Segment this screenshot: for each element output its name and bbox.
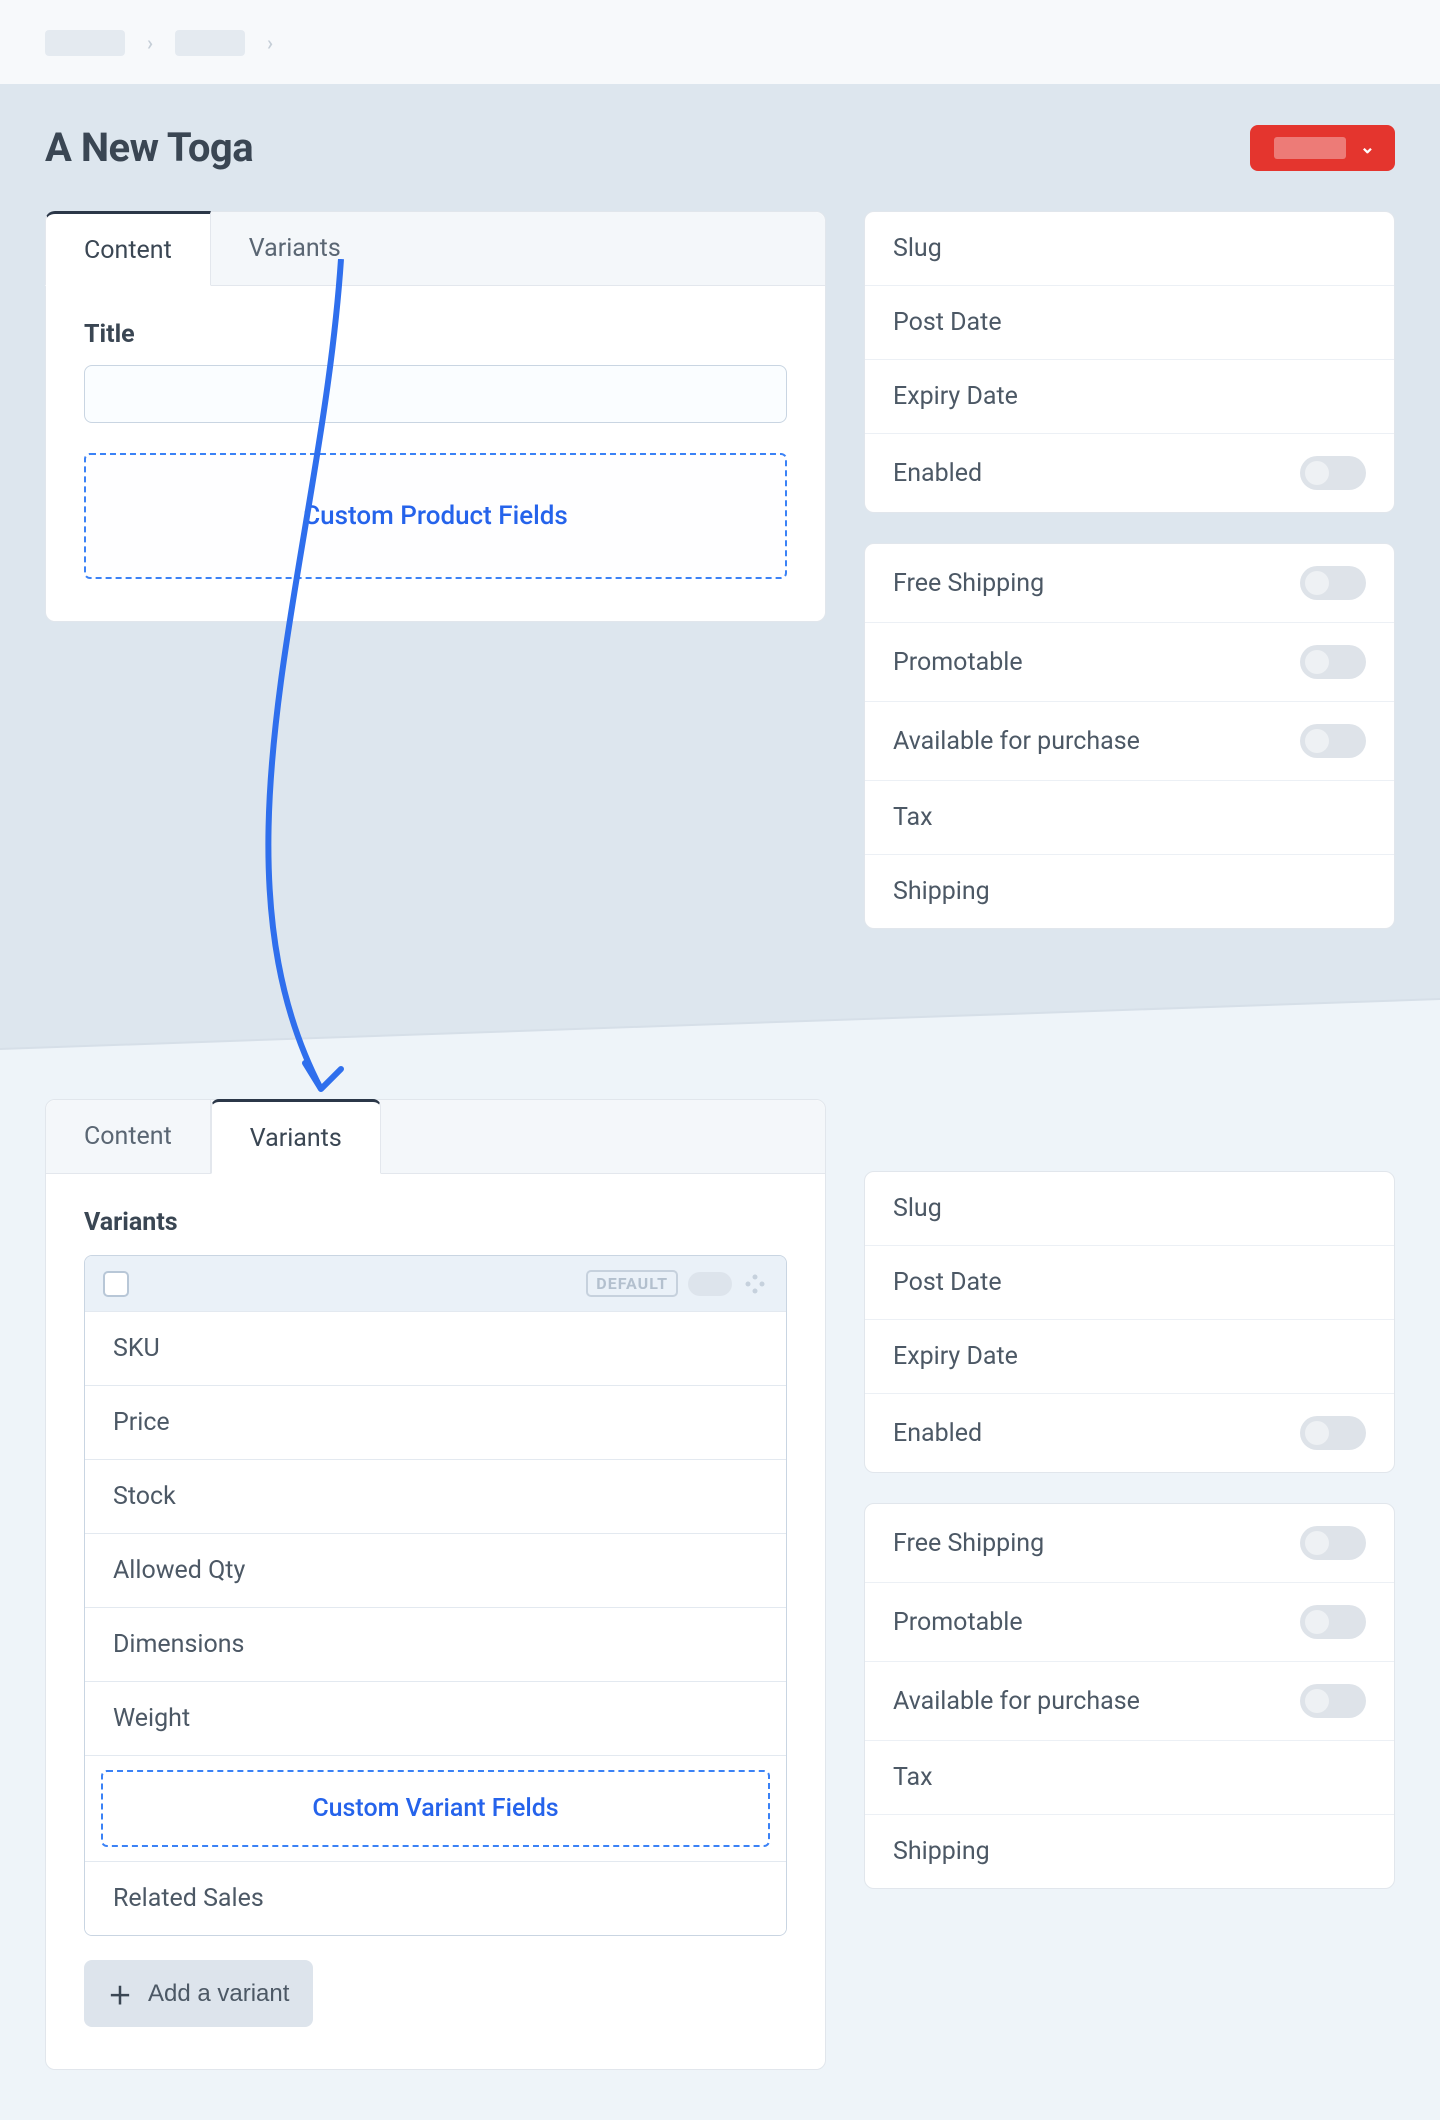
sidebar-row-expiry-date[interactable]: Expiry Date xyxy=(865,360,1394,434)
variant-row-related-sales[interactable]: Related Sales xyxy=(85,1861,786,1935)
add-variant-button[interactable]: ＋ Add a variant xyxy=(84,1960,313,2027)
tab-variants[interactable]: Variants xyxy=(211,212,379,285)
sidebar-row-available: Available for purchase xyxy=(865,702,1394,781)
sidebar-row-promotable-2: Promotable xyxy=(865,1583,1394,1662)
enabled-toggle[interactable] xyxy=(1300,456,1366,490)
plus-icon: ＋ xyxy=(108,1976,132,2011)
variant-enabled-toggle[interactable] xyxy=(688,1272,732,1296)
sidebar-row-slug[interactable]: Slug xyxy=(865,212,1394,286)
free-shipping-toggle[interactable] xyxy=(1300,566,1366,600)
content-panel-1: Content Variants Title Custom Product Fi… xyxy=(45,211,826,622)
variant-row-price[interactable]: Price xyxy=(85,1385,786,1459)
drag-handle-icon[interactable] xyxy=(742,1271,768,1297)
sidebar-row-shipping[interactable]: Shipping xyxy=(865,855,1394,928)
section-divider xyxy=(0,959,1440,1099)
sidebar-row-enabled: Enabled xyxy=(865,434,1394,512)
variant-item: DEFAULT SKU Price Stock Allowed Qt xyxy=(84,1255,787,1936)
custom-product-fields-label: Custom Product Fields xyxy=(303,501,568,531)
page-title: A New Toga xyxy=(45,124,253,171)
free-shipping-toggle-2[interactable] xyxy=(1300,1526,1366,1560)
variant-row-sku[interactable]: SKU xyxy=(85,1311,786,1385)
variant-checkbox[interactable] xyxy=(103,1271,129,1297)
tab-variants-2[interactable]: Variants xyxy=(211,1099,381,1174)
title-input[interactable] xyxy=(84,365,787,423)
available-toggle-2[interactable] xyxy=(1300,1684,1366,1718)
variant-row-dimensions[interactable]: Dimensions xyxy=(85,1607,786,1681)
sidebar-row-promotable: Promotable xyxy=(865,623,1394,702)
sidebar-row-enabled-2: Enabled xyxy=(865,1394,1394,1472)
title-field-label: Title xyxy=(84,320,787,349)
variant-row-stock[interactable]: Stock xyxy=(85,1459,786,1533)
chevron-right-icon: › xyxy=(147,31,153,55)
sidebar-row-available-2: Available for purchase xyxy=(865,1662,1394,1741)
breadcrumb-item-2[interactable] xyxy=(175,30,245,56)
sidebar-meta-group-1: Slug Post Date Expiry Date Enabled xyxy=(864,211,1395,513)
sidebar-row-post-date[interactable]: Post Date xyxy=(865,286,1394,360)
variants-panel: Content Variants Variants DEFAULT xyxy=(45,1099,826,2070)
variant-row-allowed-qty[interactable]: Allowed Qty xyxy=(85,1533,786,1607)
variant-row-weight[interactable]: Weight xyxy=(85,1681,786,1755)
enabled-toggle-2[interactable] xyxy=(1300,1416,1366,1450)
custom-variant-fields-label: Custom Variant Fields xyxy=(312,1794,558,1823)
sidebar-meta-group-2: Slug Post Date Expiry Date Enabled xyxy=(864,1171,1395,1473)
sidebar-row-post-date-2[interactable]: Post Date xyxy=(865,1246,1394,1320)
sidebar-row-slug-2[interactable]: Slug xyxy=(865,1172,1394,1246)
breadcrumb-item-1[interactable] xyxy=(45,30,125,56)
available-toggle[interactable] xyxy=(1300,724,1366,758)
sidebar-commerce-group-1: Free Shipping Promotable Available for p… xyxy=(864,543,1395,929)
breadcrumb: › › xyxy=(0,0,1440,84)
sidebar-row-tax[interactable]: Tax xyxy=(865,781,1394,855)
promotable-toggle-2[interactable] xyxy=(1300,1605,1366,1639)
variants-heading: Variants xyxy=(84,1208,787,1237)
custom-product-fields-zone[interactable]: Custom Product Fields xyxy=(84,453,787,579)
sidebar-row-expiry-date-2[interactable]: Expiry Date xyxy=(865,1320,1394,1394)
variant-header: DEFAULT xyxy=(85,1256,786,1311)
chevron-down-icon: ⌄ xyxy=(1360,137,1375,158)
promotable-toggle[interactable] xyxy=(1300,645,1366,679)
sidebar-commerce-group-2: Free Shipping Promotable Available for p… xyxy=(864,1503,1395,1889)
chevron-right-icon: › xyxy=(267,31,273,55)
sidebar-row-free-shipping-2: Free Shipping xyxy=(865,1504,1394,1583)
sidebar-row-free-shipping: Free Shipping xyxy=(865,544,1394,623)
tab-content[interactable]: Content xyxy=(45,211,211,286)
default-badge: DEFAULT xyxy=(586,1270,678,1297)
action-label-placeholder xyxy=(1274,137,1346,159)
custom-variant-fields-zone[interactable]: Custom Variant Fields xyxy=(101,1770,770,1847)
primary-action-button[interactable]: ⌄ xyxy=(1250,125,1395,171)
tab-content-2[interactable]: Content xyxy=(46,1100,211,1173)
sidebar-row-tax-2[interactable]: Tax xyxy=(865,1741,1394,1815)
add-variant-label: Add a variant xyxy=(148,1980,289,2008)
sidebar-row-shipping-2[interactable]: Shipping xyxy=(865,1815,1394,1888)
